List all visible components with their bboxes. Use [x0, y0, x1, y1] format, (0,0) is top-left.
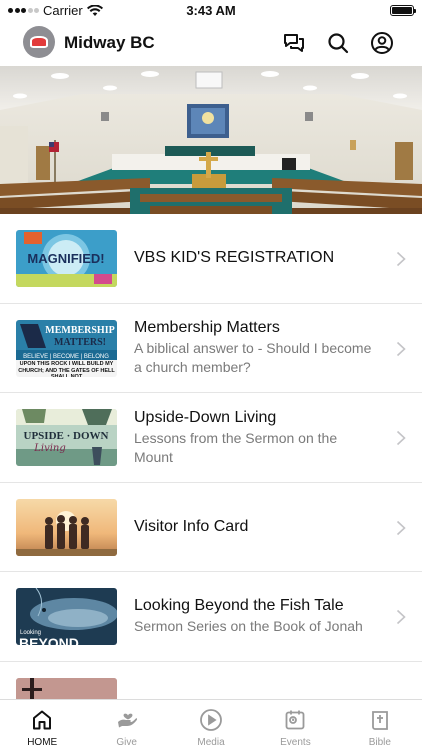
upside-thumb-line2: Living [33, 443, 66, 454]
media-play-icon [200, 709, 222, 731]
chevron-right-icon [396, 341, 406, 356]
chevron-right-icon [396, 520, 406, 535]
chat-button[interactable] [281, 30, 307, 56]
tab-label: Media [197, 737, 225, 748]
page-title: Midway BC [64, 33, 155, 52]
list-item[interactable]: Looking BEYOND Looking Beyond the Fish T… [0, 572, 422, 662]
list-item[interactable]: UPSIDE · DOWN Living Upside-Down Living … [0, 393, 422, 483]
item-title: Upside-Down Living [134, 408, 277, 426]
membership-matters-thumbnail: MEMBERSHIP MATTERS! BELIEVE | BECOME | B… [16, 319, 117, 377]
looking-beyond-thumbnail: Looking BEYOND [16, 588, 117, 645]
hero-banner[interactable] [0, 66, 422, 214]
cross-thumbnail [16, 677, 117, 702]
looking-thumb-line2: BEYOND [19, 635, 79, 645]
list-item[interactable]: Visitor Info Card [0, 483, 422, 572]
profile-button[interactable] [369, 30, 395, 56]
chevron-right-icon [396, 251, 406, 267]
tab-events[interactable]: Events [253, 700, 337, 750]
tab-give[interactable]: Give [84, 700, 168, 750]
membership-thumb-verse: UPON THIS ROCK I WILL BUILD MY CHURCH; A… [18, 360, 115, 377]
bible-icon [371, 711, 388, 730]
church-sanctuary-photo [0, 66, 422, 214]
battery-icon [390, 5, 416, 16]
give-icon [117, 713, 137, 728]
upside-down-living-thumbnail: UPSIDE · DOWN Living [16, 409, 117, 466]
upside-thumb-line1: UPSIDE · DOWN [24, 430, 109, 442]
clock: 3:43 AM [186, 3, 236, 18]
membership-thumb-line1: MEMBERSHIP [45, 325, 114, 336]
tab-media[interactable]: Media [169, 700, 253, 750]
chevron-right-icon [396, 430, 406, 446]
item-subtitle: Sermon Series on the Book of Jonah [134, 618, 363, 635]
church-logo-avatar[interactable] [23, 26, 55, 58]
item-subtitle: A biblical answer to - Should I become a… [134, 340, 372, 376]
item-title: VBS KID'S REGISTRATION [134, 249, 335, 267]
events-calendar-icon [286, 710, 305, 730]
status-bar: Carrier 3:43 AM [0, 0, 422, 22]
membership-thumb-line2: MATTERS! [54, 337, 106, 348]
app-header: Midway BC [0, 22, 422, 66]
list-item[interactable] [0, 662, 422, 702]
chevron-right-icon [396, 609, 406, 625]
item-title: Membership Matters [134, 319, 280, 337]
tab-label: Give [116, 737, 137, 748]
tab-bar: HOME Give Media Events Bible [0, 699, 422, 750]
tab-label: Events [280, 737, 311, 748]
visitor-info-thumbnail [16, 498, 117, 556]
membership-thumb-tagline: BELIEVE | BECOME | BELONG [23, 354, 109, 360]
search-icon [328, 33, 349, 54]
profile-icon [371, 32, 393, 54]
tab-label: Bible [368, 737, 391, 748]
home-icon [33, 710, 52, 730]
vbs-thumb-title: MAGNIFIED! [27, 251, 104, 266]
list-item[interactable]: MAGNIFIED! VBS KID'S REGISTRATION [0, 214, 422, 304]
content-list: MAGNIFIED! VBS KID'S REGISTRATION MEMBER… [0, 214, 422, 702]
item-subtitle: Lessons from the Sermon on the Mount [134, 429, 338, 465]
item-title: Looking Beyond the Fish Tale [134, 597, 344, 615]
chat-icon [284, 34, 304, 52]
list-item[interactable]: MEMBERSHIP MATTERS! BELIEVE | BECOME | B… [0, 304, 422, 393]
vbs-magnified-thumbnail: MAGNIFIED! [16, 230, 117, 287]
tab-home[interactable]: HOME [0, 700, 84, 750]
tab-label: HOME [27, 737, 58, 748]
search-button[interactable] [325, 30, 351, 56]
item-title: Visitor Info Card [134, 517, 249, 535]
tab-bible[interactable]: Bible [338, 700, 422, 750]
